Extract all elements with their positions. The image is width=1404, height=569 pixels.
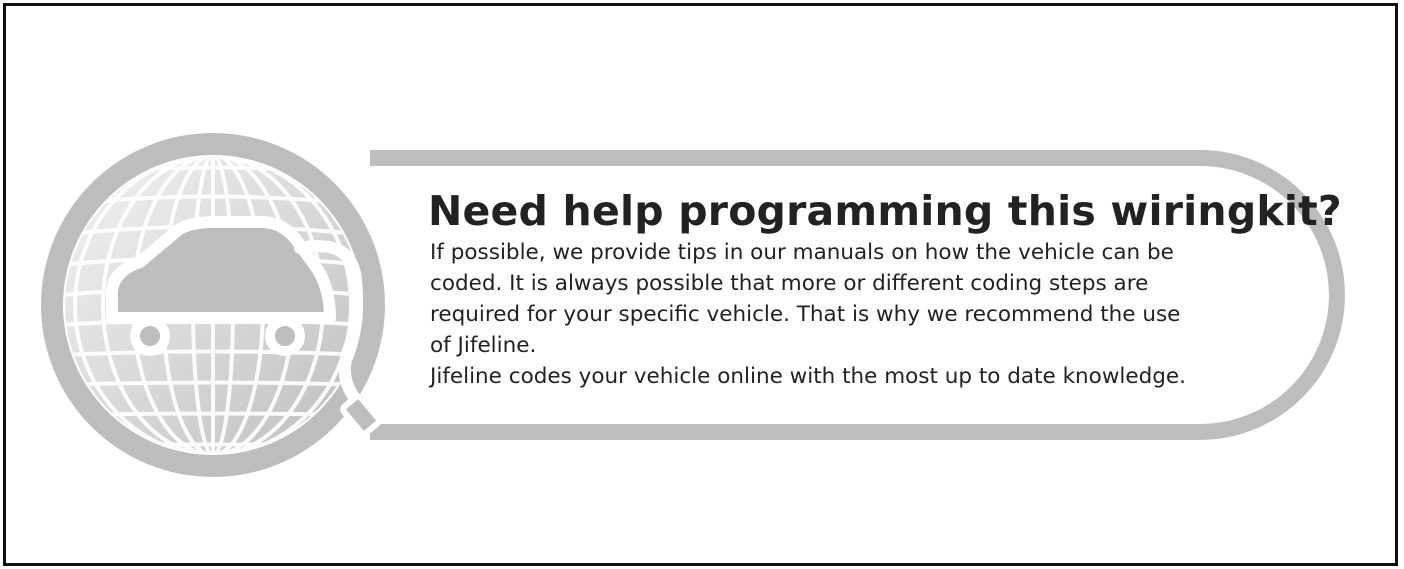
notice-body: If possible, we provide tips in our manu… [430, 237, 1310, 392]
notice-line: coded. It is always possible that more o… [430, 271, 1149, 296]
notice-line: required for your specific vehicle. That… [430, 302, 1181, 327]
notice-line: If possible, we provide tips in our manu… [430, 240, 1174, 265]
notice-heading: Need help programming this wiringkit? [428, 187, 1342, 235]
notice-line: of Jifeline. [430, 333, 537, 358]
help-notice: Need help programming this wiringkit? If… [428, 187, 1342, 392]
notice-line: Jifeline codes your vehicle online with … [430, 364, 1186, 389]
